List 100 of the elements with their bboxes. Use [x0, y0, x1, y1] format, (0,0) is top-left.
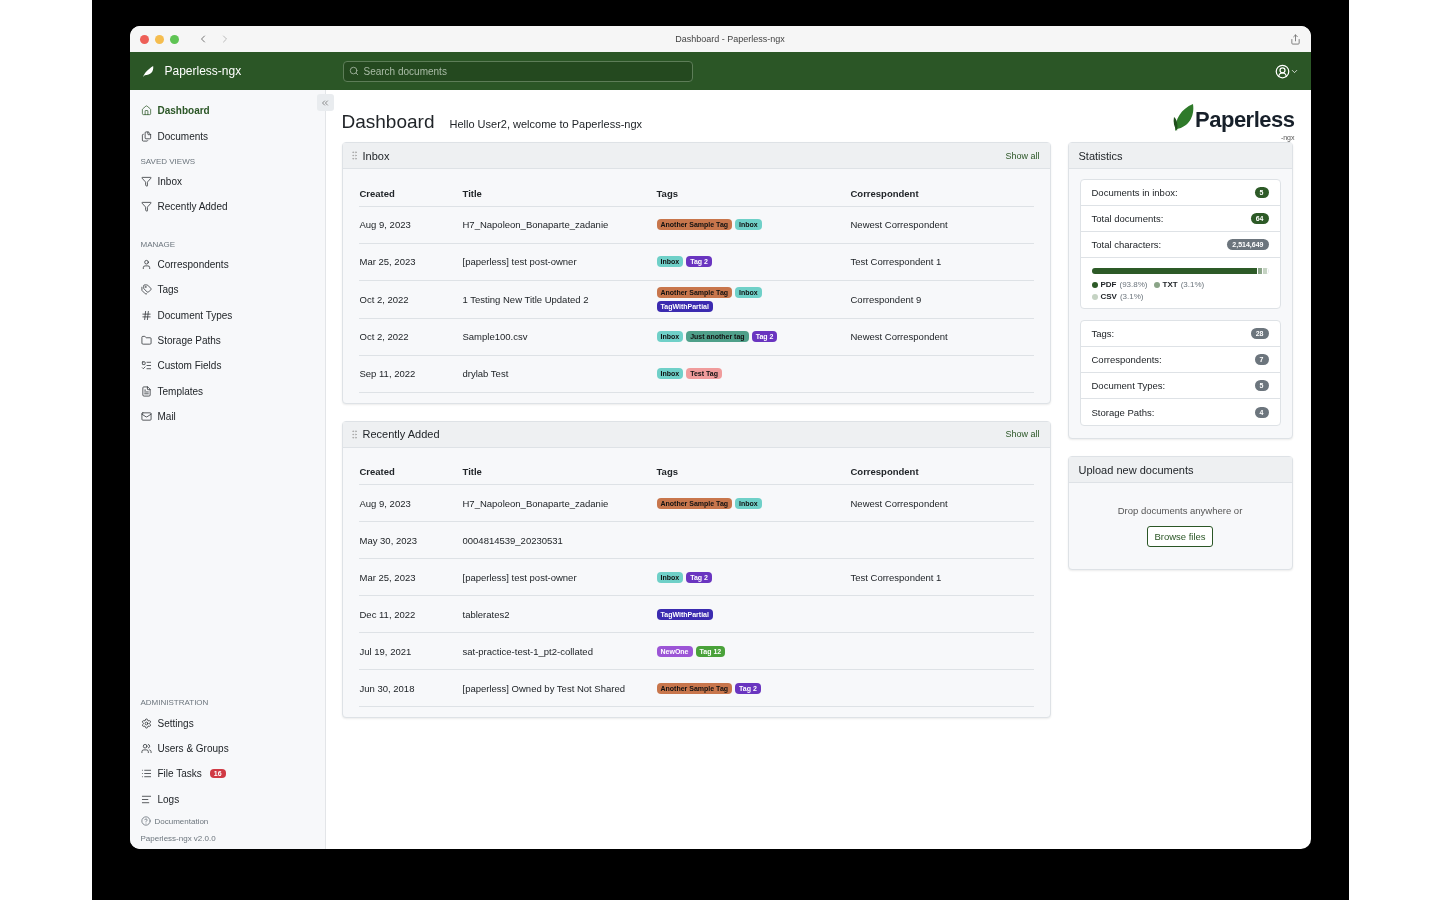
collapse-button[interactable]	[316, 94, 334, 111]
table-cell: Mar 25, 2023	[358, 558, 462, 596]
minimize-icon[interactable]	[154, 34, 164, 44]
browse-files-button[interactable]: Browse files	[1147, 526, 1213, 547]
documentation-link[interactable]: Documentation	[129, 816, 325, 826]
list-icon	[140, 768, 152, 780]
lines-icon	[140, 793, 152, 805]
table-cell: Correspondent 9	[849, 280, 1034, 318]
sidebar-item[interactable]: Recently Added	[129, 194, 309, 220]
table-cell: Newest Correspondent	[849, 318, 1034, 355]
column-header: Tags	[655, 181, 850, 206]
column-header: Title	[461, 181, 656, 206]
hash-icon	[140, 309, 152, 321]
sidebar-item[interactable]: Logs	[129, 786, 309, 812]
sidebar-item[interactable]: Settings	[129, 710, 309, 736]
sidebar-item[interactable]: Users & Groups	[129, 735, 309, 762]
search-field[interactable]: Search documents	[342, 60, 693, 82]
table-cell: [paperless] test post-owner	[461, 558, 656, 596]
table-cell: Oct 2, 2022	[358, 280, 462, 318]
stat-label: Total documents:	[1091, 213, 1164, 224]
table-cell: 1 Testing New Title Updated 2	[461, 280, 656, 318]
section-heading: MANAGE	[139, 239, 177, 249]
table-cell: H7_Napoleon_Bonaparte_zadanie	[461, 484, 656, 522]
house-icon	[140, 105, 152, 117]
search-icon	[348, 65, 359, 76]
version-text: Paperless-ngx v2.0.0	[139, 834, 217, 843]
tags-icon	[140, 284, 152, 296]
table-cell: Sep 11, 2022	[358, 355, 462, 392]
double-chevron-icon	[320, 97, 330, 108]
list-icon	[140, 360, 152, 372]
table-cell: Jul 19, 2021	[358, 632, 462, 670]
maximize-icon[interactable]	[169, 34, 179, 44]
sidebar-item[interactable]: Correspondents	[129, 251, 309, 277]
table-cell: tablerates2	[461, 595, 656, 633]
person-icon	[140, 258, 152, 270]
table-cell: 0004814539_20230531	[461, 521, 656, 559]
card-title: Upload new documents	[1078, 463, 1194, 476]
table-cell: [paperless] test post-owner	[461, 243, 656, 280]
sidebar-item[interactable]: Storage Paths	[129, 327, 309, 354]
share-icon[interactable]	[1289, 33, 1301, 45]
table-cell: Jun 30, 2018	[358, 669, 462, 707]
sidebar-item[interactable]: Mail	[129, 403, 309, 430]
table-cell: Dec 11, 2022	[358, 595, 462, 633]
table-cell: May 30, 2023	[358, 521, 462, 559]
card-title: Recently Added	[362, 428, 440, 440]
show-all-link[interactable]: Show all	[1005, 150, 1040, 161]
help-icon	[140, 816, 151, 826]
table-cell: Sample100.csv	[461, 318, 656, 355]
stat-label: Correspondents:	[1091, 354, 1162, 365]
mail-icon	[140, 411, 152, 423]
card-title: Statistics	[1078, 149, 1123, 162]
table-cell: Mar 25, 2023	[358, 243, 462, 280]
column-header: Correspondent	[849, 181, 1034, 206]
stat-label: Storage Paths:	[1091, 406, 1155, 418]
table-cell: Aug 9, 2023	[358, 206, 462, 243]
documents-icon	[140, 130, 152, 142]
leaf-icon	[141, 64, 155, 78]
stat-label: Document Types:	[1091, 380, 1166, 391]
table-cell: H7_Napoleon_Bonaparte_zadanie	[461, 206, 656, 243]
filter-icon	[140, 175, 152, 187]
sidebar-item[interactable]: Tags	[129, 276, 309, 303]
page-title: Dashboard	[341, 111, 435, 133]
settings-icon	[140, 717, 152, 729]
table-cell: Oct 2, 2022	[358, 318, 462, 355]
legend-item: TXT (3.1%)	[1153, 280, 1205, 289]
show-all-link[interactable]: Show all	[1005, 429, 1040, 439]
stat-label: Documents in inbox:	[1091, 187, 1178, 198]
window-title: Dashboard - Paperless-ngx	[675, 34, 785, 44]
sidebar-item[interactable]: Documents	[129, 123, 309, 149]
folder-icon	[140, 334, 152, 346]
user-icon[interactable]	[1274, 63, 1290, 79]
column-header: Created	[358, 459, 462, 485]
sidebar-item[interactable]: Templates	[129, 378, 309, 404]
upload-hint: Drop documents anywhere or	[1117, 505, 1243, 516]
section-heading: ADMINISTRATION	[139, 698, 210, 708]
sidebar-item[interactable]: Document Types	[129, 302, 309, 328]
sidebar-item[interactable]: Dashboard	[129, 98, 309, 124]
sidebar-item[interactable]: Custom Fields	[129, 353, 309, 379]
column-header: Created	[358, 181, 462, 206]
section-heading: SAVED VIEWS	[139, 156, 197, 166]
sidebar-item[interactable]: Inbox	[129, 168, 309, 195]
filter-icon	[140, 201, 152, 213]
table-cell: sat-practice-test-1_pt2-collated	[461, 632, 656, 670]
table-cell: [paperless] Owned by Test Not Shared	[461, 669, 656, 707]
users-icon	[140, 743, 152, 754]
table-cell: Aug 9, 2023	[358, 484, 462, 522]
legend-item: PDF (93.8%)	[1091, 280, 1148, 289]
table-cell: Newest Correspondent	[849, 206, 1034, 243]
table-cell: Newest Correspondent	[849, 484, 1034, 522]
column-header: Tags	[655, 459, 850, 485]
table-cell: drylab Test	[461, 355, 656, 392]
table-cell: Test Correspondent 1	[849, 558, 1034, 596]
brand-name: Paperless-ngx	[164, 64, 242, 78]
table-cell: Test Correspondent 1	[849, 243, 1034, 280]
card-title: Inbox	[362, 149, 390, 162]
column-header: Correspondent	[849, 459, 1034, 485]
legend-item: CSV (3.1%)	[1091, 292, 1144, 301]
close-icon[interactable]	[139, 34, 149, 44]
column-header: Title	[461, 459, 656, 485]
file-icon	[140, 385, 152, 397]
